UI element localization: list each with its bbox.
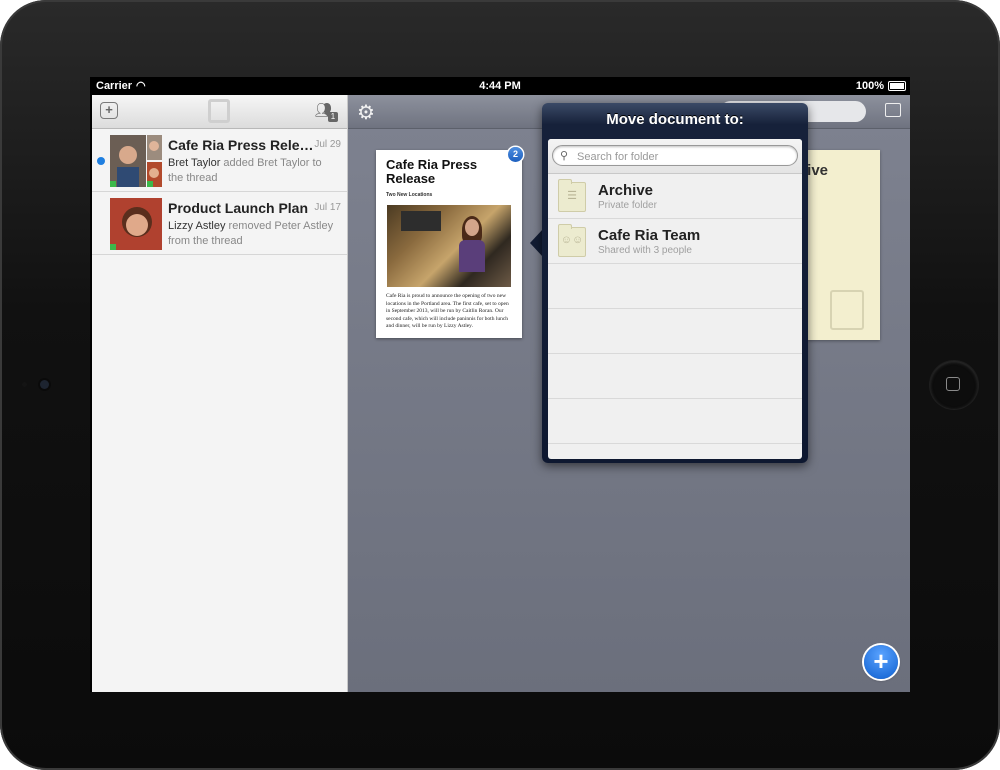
activity-actor: Lizzy Astley [168,220,226,232]
status-bar: Carrier ◠ 4:44 PM 100% [90,77,910,95]
gear-icon[interactable]: ⚙ [357,100,375,125]
thread-title: Cafe Ria Press Release [168,137,314,153]
add-button[interactable]: + [864,645,898,679]
quip-logo-icon [208,99,230,123]
thread-date: Jul 29 [314,139,341,150]
sidebar-toolbar: + 👥︎ 1 [92,95,347,129]
list-item[interactable]: Cafe Ria Press Release Jul 29 Bret Taylo… [92,129,347,192]
folder-card[interactable]: hive [808,150,880,340]
empty-row [548,399,802,444]
folder-subtitle: Private folder [598,200,657,211]
activity-actor: Bret Taylor [168,157,221,169]
avatar [110,198,162,250]
sensor-dot [22,382,27,387]
ipad-device: Carrier ◠ 4:44 PM 100% + 👥︎ 1 Cafe Ria P… [0,0,1000,770]
document-subtitle: Two New Locations [386,192,433,198]
document-title: Cafe Ria Press Release [386,157,478,186]
list-item[interactable]: Product Launch Plan Jul 17 Lizzy Astley … [92,192,347,255]
folder-tab [558,224,572,229]
folder-row-archive[interactable]: ☰ Archive Private folder [548,174,802,219]
move-document-popover: Move document to: ⚲ ☰ Archive Private fo… [542,103,808,463]
battery-icon [888,81,906,91]
folder-list: ⚲ ☰ Archive Private folder ☺☺ Cafe Ria T… [548,139,802,459]
home-square-icon [946,377,960,391]
folder-name: Archive [598,182,654,199]
avatar [110,135,162,187]
move-to-folder-icon[interactable] [885,103,901,117]
folder-tab [558,179,572,184]
thread-sidebar: + 👥︎ 1 Cafe Ria Press Release Jul 29 Bre… [92,95,348,692]
folder-search-input[interactable] [575,148,779,165]
photo-body [459,240,485,272]
thread-activity: Lizzy Astley removed Peter Astley from t… [168,219,338,249]
folder-card-title: hive [808,162,829,179]
thread-activity: Bret Taylor added Bret Taylor to the thr… [168,156,338,186]
cabinet-glyph: ☰ [567,190,577,202]
screen: Carrier ◠ 4:44 PM 100% + 👥︎ 1 Cafe Ria P… [90,77,910,692]
cabinet-icon [830,290,864,330]
document-badge: 2 [508,147,523,162]
front-camera [40,380,49,389]
unread-indicator [97,157,105,165]
home-button[interactable] [930,361,978,409]
document-body: Cafe Ria is proud to announce the openin… [386,293,509,329]
search-icon: ⚲ [560,150,569,162]
new-thread-icon[interactable]: + [100,102,118,119]
battery-percent: 100% [855,80,884,92]
photo-chalkboard [401,211,441,231]
photo-face [465,219,479,236]
folder-subtitle: Shared with 3 people [598,245,692,256]
empty-row [548,354,802,399]
contacts-badge: 1 [328,112,338,122]
folder-search[interactable]: ⚲ [552,145,798,166]
thread-date: Jul 17 [314,202,341,213]
cabinet-icon: ☰ [558,179,586,212]
people-glyph: ☺☺ [560,234,584,246]
folder-row-cafe-ria-team[interactable]: ☺☺ Cafe Ria Team Shared with 3 people [548,219,802,264]
folder-search-bar: ⚲ [548,139,802,174]
document-thumbnail[interactable]: Cafe Ria Press Release Two New Locations… [376,150,522,338]
popover-title: Move document to: [606,111,744,128]
empty-row [548,264,802,309]
clock: 4:44 PM [479,80,521,92]
contacts-icon[interactable]: 👥︎ 1 [314,101,338,122]
empty-row [548,309,802,354]
people-icon: ☺☺ [558,224,586,257]
folder-name: Cafe Ria Team [598,227,701,244]
thread-title: Product Launch Plan [168,200,309,216]
document-photo [387,205,511,287]
